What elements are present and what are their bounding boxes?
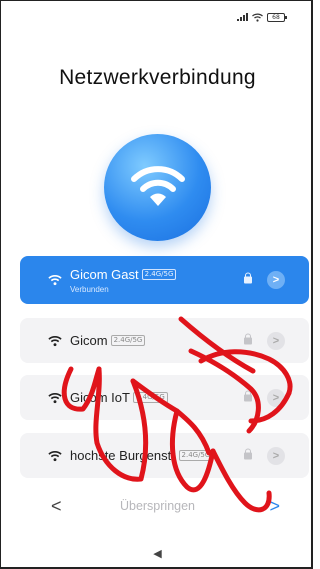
network-item-hochste[interactable]: hochste Burgenstr 2.4G/5G > (20, 433, 309, 478)
wifi-icon (131, 166, 185, 206)
lock-icon (244, 333, 252, 344)
network-name: Gicom (70, 333, 108, 348)
network-item-gicom[interactable]: Gicom 2.4G/5G > (20, 318, 309, 363)
next-button[interactable]: > (269, 495, 280, 517)
network-item-gicom-iot[interactable]: Gicom IoT 2.4G/5G > (20, 375, 309, 420)
wifi-status-icon (252, 13, 263, 22)
skip-button[interactable]: Überspringen (1, 499, 311, 513)
band-badge: 2.4G/5G (178, 450, 214, 461)
setup-screen: 68 Netzwerkverbindung Gicom Gast 2.4G/5G… (0, 0, 313, 569)
network-name: Gicom Gast (70, 266, 139, 282)
wifi-icon (48, 335, 62, 346)
system-back-button[interactable]: ◀ (1, 547, 311, 560)
chevron-right-icon[interactable]: > (267, 271, 285, 289)
network-name: Gicom IoT (70, 390, 130, 405)
wifi-icon (48, 392, 62, 403)
lock-icon (244, 272, 252, 284)
chevron-right-icon[interactable]: > (267, 331, 285, 350)
hero-wifi-badge (104, 134, 211, 241)
battery-icon: 68 (267, 12, 287, 22)
footer-navigation: < Überspringen > (1, 495, 311, 519)
wifi-icon (48, 450, 62, 461)
chevron-right-icon[interactable]: > (267, 446, 285, 465)
connection-status: Verbunden (70, 284, 109, 294)
status-bar: 68 (237, 11, 287, 23)
lock-icon (244, 448, 252, 459)
network-item-gicom-gast[interactable]: Gicom Gast 2.4G/5G Verbunden > (20, 256, 309, 304)
signal-icon (237, 13, 248, 21)
band-badge: 2.4G/5G (110, 335, 146, 346)
page-title: Netzwerkverbindung (59, 66, 256, 89)
band-badge: 2.4G/5G (132, 392, 168, 403)
lock-icon (244, 390, 252, 401)
network-name: hochste Burgenstr (70, 448, 176, 463)
band-badge: 2.4G/5G (141, 268, 177, 280)
chevron-right-icon[interactable]: > (267, 388, 285, 407)
wifi-icon (48, 275, 62, 286)
